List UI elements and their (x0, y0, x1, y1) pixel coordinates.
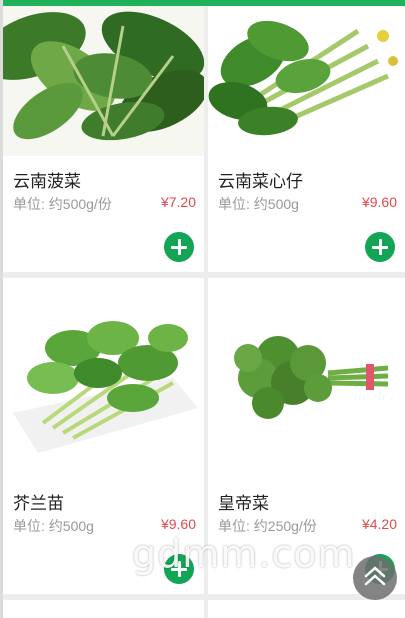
add-to-cart-button[interactable] (365, 232, 395, 262)
product-image-garland-chrysanthemum (208, 278, 405, 478)
product-card-partial[interactable] (3, 600, 204, 618)
back-to-top-button[interactable] (353, 556, 397, 600)
add-to-cart-button[interactable] (164, 554, 194, 584)
chevron-up-icon (364, 566, 386, 586)
product-unit: 单位: 约500g (13, 518, 94, 534)
product-image-choy-sum (208, 6, 405, 156)
product-card-spinach[interactable]: 云南菠菜 单位: 约500g/份 ¥7.20 (3, 6, 204, 272)
product-price: ¥9.60 (160, 516, 196, 532)
product-card-garland-chrysanthemum[interactable]: 皇帝菜 单位: 约250g/份 ¥4.20 (208, 278, 405, 594)
add-to-cart-button[interactable] (164, 232, 194, 262)
product-unit: 单位: 约500g/份 (13, 196, 112, 212)
product-name: 云南菠菜 (13, 172, 81, 191)
product-name: 皇帝菜 (218, 494, 269, 513)
product-name: 云南菜心仔 (218, 172, 303, 191)
product-card-choy-sum[interactable]: 云南菜心仔 单位: 约500g ¥9.60 (208, 6, 405, 272)
product-unit: 单位: 约500g (218, 196, 299, 212)
product-card-kale-sprouts[interactable]: 芥兰苗 单位: 约500g ¥9.60 (3, 278, 204, 594)
product-price: ¥7.20 (160, 194, 196, 210)
product-name: 芥兰苗 (13, 494, 64, 513)
product-unit: 单位: 约250g/份 (218, 518, 317, 534)
product-price: ¥9.60 (361, 194, 397, 210)
product-price: ¥4.20 (361, 516, 397, 532)
product-card-partial[interactable] (208, 600, 405, 618)
product-image-kale-sprouts (3, 278, 204, 478)
product-image-spinach (3, 6, 204, 156)
